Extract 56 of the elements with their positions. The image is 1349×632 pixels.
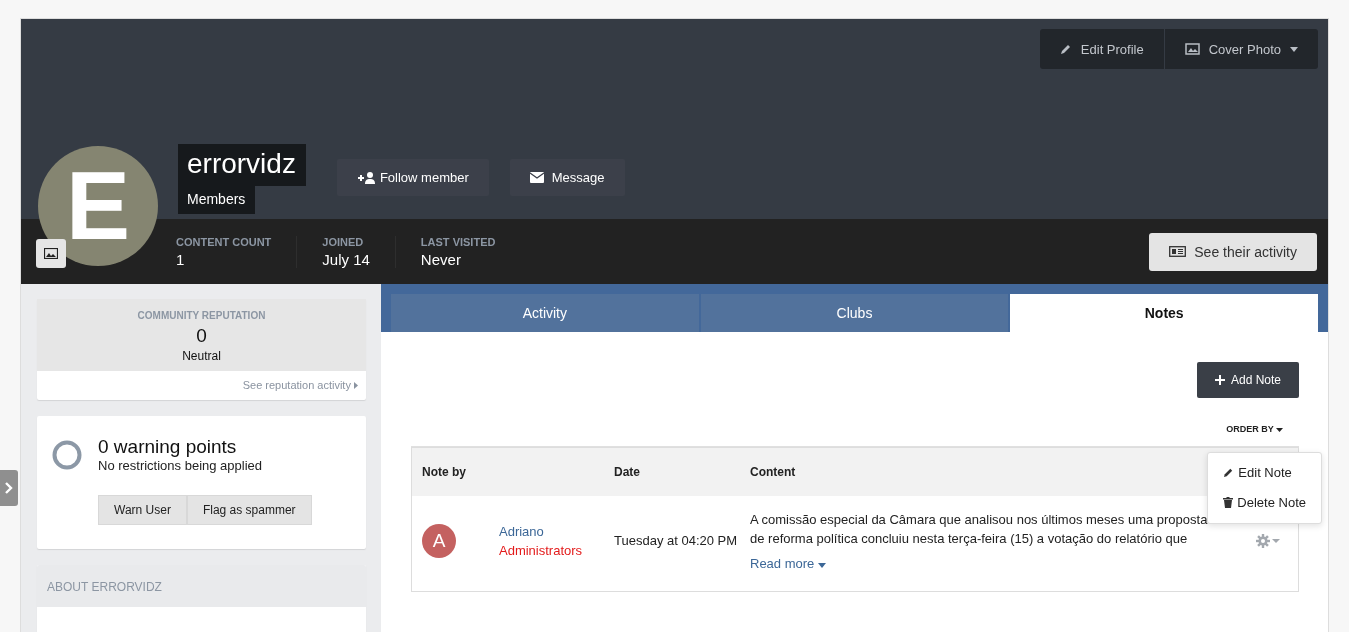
reputation-title: COMMUNITY REPUTATION (137, 310, 266, 321)
moderation-button[interactable]: Flag as spammer (186, 495, 312, 525)
stat-label: LAST VISITED (420, 235, 496, 248)
image-icon (44, 248, 58, 259)
author-group: Administrators (499, 542, 583, 558)
stat-value: July 14 (322, 250, 370, 268)
pencil-icon (1223, 467, 1235, 478)
sidebar-toggle[interactable] (0, 470, 18, 506)
warning-points: 0 warning points (98, 436, 238, 458)
add-user-icon (356, 171, 377, 184)
column-header: Note by (421, 465, 467, 479)
stat-label: CONTENT COUNT (176, 235, 272, 248)
stat-label: JOINED (322, 235, 365, 248)
note-content: A comissão especial da Câmara que analisou nos últimos meses uma proposta de reforma política concluiu nesta terça-feira (15) a votação do relatório que (750, 511, 1209, 548)
cover-action-button[interactable]: Edit Profile (1039, 29, 1164, 69)
newspaper-icon (1169, 246, 1187, 257)
profile-action-button[interactable]: Follow member (336, 159, 489, 196)
profile-tab[interactable]: Clubs (700, 294, 1009, 332)
profile-action-button[interactable]: Message (509, 159, 625, 196)
see-activity-button[interactable]: See their activity (1149, 232, 1317, 271)
trash-icon (1223, 497, 1234, 508)
caret-icon (354, 382, 358, 389)
change-photo-button[interactable] (36, 239, 66, 268)
note-date: Tuesday at 04:20 PM (614, 533, 739, 548)
moderation-button[interactable]: Warn User (98, 495, 187, 525)
read-more-link[interactable]: Read more (750, 556, 1220, 571)
caret-icon (1290, 46, 1298, 52)
caret-icon (1276, 428, 1283, 432)
reputation-value: 0 (196, 325, 207, 347)
stat-value: Never (420, 250, 462, 268)
profile-tab[interactable]: Notes (1010, 294, 1318, 332)
caret-icon (817, 563, 826, 568)
note-options-button[interactable] (1256, 534, 1280, 551)
add-note-button[interactable]: Add Note (1196, 362, 1299, 398)
user-group: Members (178, 186, 256, 214)
menu-item[interactable]: Edit Note (1208, 458, 1321, 488)
menu-item[interactable]: Delete Note (1208, 488, 1321, 518)
about-title: ABOUT ERRORVIDZ (47, 580, 162, 594)
username: errorvidz (178, 144, 306, 186)
profile-tab[interactable]: Activity (391, 294, 699, 332)
column-header: Date (614, 465, 641, 479)
reputation-level: Neutral (182, 349, 221, 363)
image-icon (1184, 43, 1200, 55)
column-header: Content (750, 465, 797, 479)
warning-status: No restrictions being applied (98, 458, 263, 473)
stat-value: 1 (176, 250, 186, 268)
plus-icon (1214, 375, 1225, 385)
author-link[interactable]: Adriano (499, 523, 583, 539)
cover-action-button[interactable]: Cover Photo (1163, 29, 1318, 69)
gear-icon (1256, 534, 1280, 548)
pencil-icon (1059, 43, 1072, 55)
chevron-right-icon (5, 482, 13, 494)
order-by-button[interactable]: ORDER BY (1226, 424, 1283, 434)
envelope-icon (529, 172, 544, 183)
user-avatar: A (422, 523, 456, 558)
warning-ring-icon (52, 439, 82, 470)
